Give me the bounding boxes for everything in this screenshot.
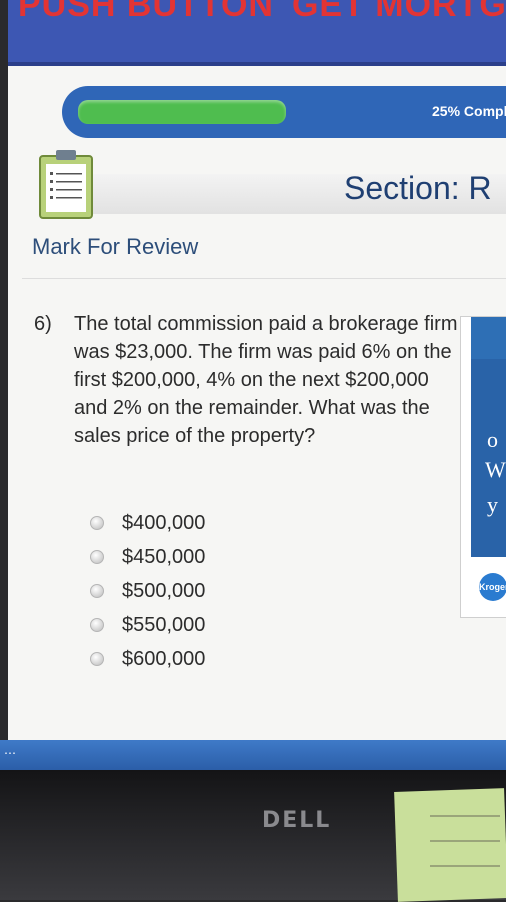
sticky-note <box>394 788 506 902</box>
clipboard-icon <box>39 150 93 219</box>
divider <box>22 278 506 279</box>
question-text: The total commission paid a brokerage fi… <box>74 313 458 447</box>
exam-page: 25% Compl Section: R Mark For Review 6) … <box>8 66 506 740</box>
radio-button[interactable] <box>90 652 104 666</box>
radio-button[interactable] <box>90 584 104 598</box>
sticky-note-writing <box>430 840 500 842</box>
answer-option[interactable]: $550,000 <box>90 608 310 642</box>
kroger-logo: Kroger <box>479 573 506 601</box>
banner-right-text: GET MORTGA <box>291 0 506 24</box>
side-ad-header <box>471 317 506 359</box>
side-ad-letter: o <box>487 427 498 452</box>
radio-button[interactable] <box>90 550 104 564</box>
radio-button[interactable] <box>90 516 104 530</box>
answer-option[interactable]: $400,000 <box>90 506 310 540</box>
option-label: $500,000 <box>122 579 206 602</box>
dell-logo: DELL <box>262 808 332 833</box>
taskbar: ⋯ <box>0 740 506 770</box>
banner-text: PUSH BUTTON GET MORTGA <box>18 0 506 26</box>
sticky-note-writing <box>430 865 500 867</box>
side-ad[interactable]: o W y Kroger <box>460 316 506 618</box>
option-label: $600,000 <box>122 647 206 670</box>
option-label: $400,000 <box>122 511 206 534</box>
answer-options: $400,000 $450,000 $500,000 $550,000 $600… <box>90 506 310 676</box>
answer-option[interactable]: $450,000 <box>90 540 310 574</box>
answer-option[interactable]: $500,000 <box>90 574 310 608</box>
sticky-note-writing <box>430 815 500 817</box>
option-label: $550,000 <box>122 613 206 636</box>
progress-label: 25% Compl <box>432 103 506 119</box>
side-ad-letter: y <box>487 492 498 517</box>
question-number: 6) <box>34 313 52 335</box>
answer-option[interactable]: $600,000 <box>90 642 310 676</box>
section-title: Section: R <box>344 170 492 206</box>
mark-for-review-link[interactable]: Mark For Review <box>32 234 198 260</box>
progress-fill <box>78 100 286 124</box>
top-banner-ad[interactable]: PUSH BUTTON GET MORTGA <box>8 0 506 66</box>
progress-bar: 25% Compl <box>62 86 506 138</box>
banner-left-text: PUSH BUTTON <box>18 0 274 24</box>
side-ad-letter: W <box>485 457 506 482</box>
taskbar-dots-icon: ⋯ <box>4 746 16 760</box>
option-label: $450,000 <box>122 545 206 568</box>
radio-button[interactable] <box>90 618 104 632</box>
